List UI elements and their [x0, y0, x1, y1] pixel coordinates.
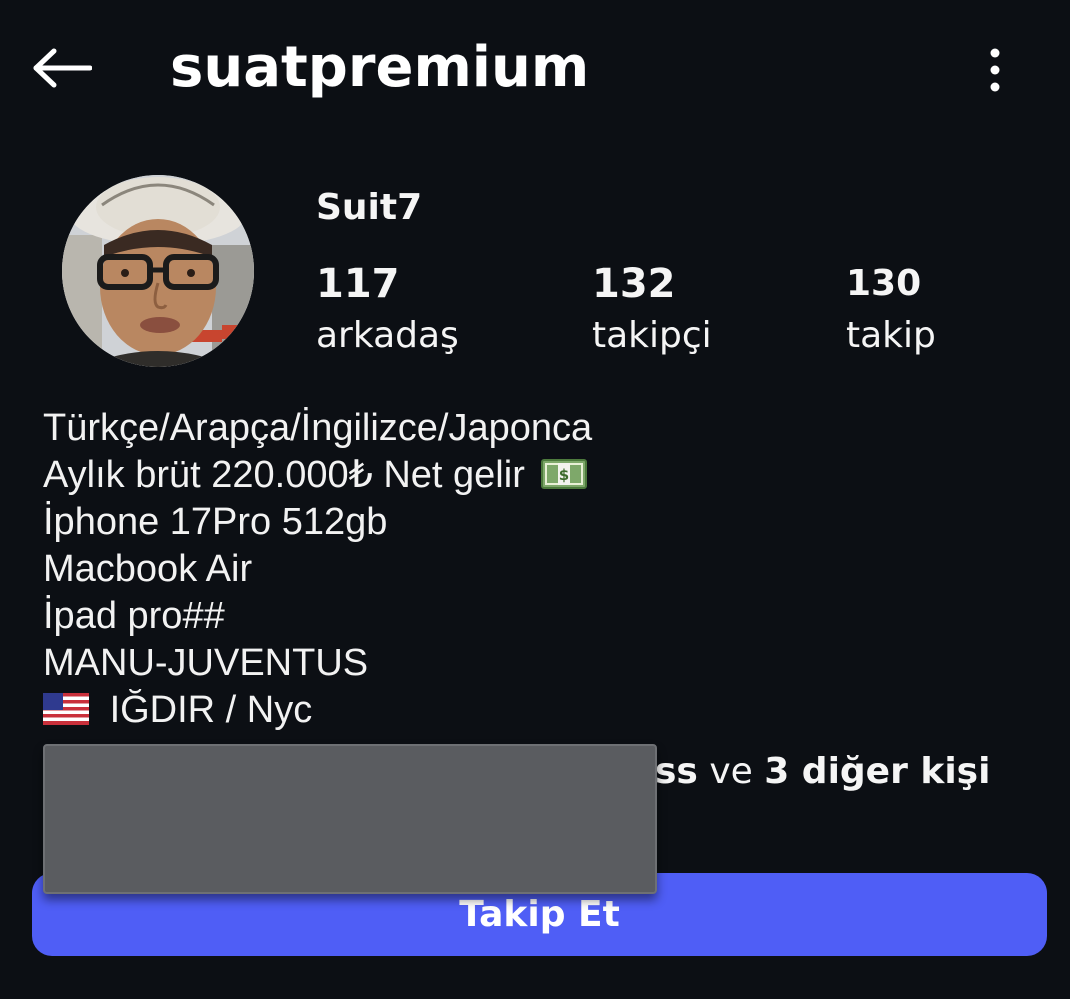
followers-label: takipçi — [592, 315, 712, 356]
bio-line: Aylık brüt 220.000₺ Net gelir $ — [43, 452, 1033, 499]
bio-text: Türkçe/Arapça/İngilizce/Japonca — [43, 407, 593, 449]
bio-line: İphone 17Pro 512gb — [43, 499, 1033, 546]
bio-text: Aylık brüt 220.000₺ Net gelir — [43, 454, 525, 496]
bio-text: IĞDIR / Nyc — [109, 689, 313, 731]
us-flag-icon — [43, 692, 89, 725]
bio-line: İpad pro## — [43, 593, 1033, 640]
following-stat[interactable]: 130 takip — [846, 260, 936, 360]
mutual-name-fragment: ss — [655, 751, 698, 792]
top-bar: suatpremium — [0, 0, 1070, 140]
more-options-button[interactable] — [970, 40, 1020, 100]
bio-text: İphone 17Pro 512gb — [43, 501, 388, 543]
bio-text: İpad pro## — [43, 595, 225, 637]
friends-stat[interactable]: 117 arkadaş — [316, 260, 459, 360]
bio-line: MANU-JUVENTUS — [43, 640, 1033, 687]
followers-count: 132 — [592, 261, 676, 307]
svg-text:$: $ — [559, 466, 569, 484]
mutual-connector: ve — [709, 751, 753, 792]
back-button[interactable] — [30, 40, 94, 96]
bio-line: Macbook Air — [43, 546, 1033, 593]
following-label: takip — [846, 315, 936, 356]
display-name: Suit7 — [316, 187, 423, 228]
more-vertical-icon — [990, 48, 1000, 92]
following-count: 130 — [846, 263, 922, 304]
friends-count: 117 — [316, 261, 400, 307]
followers-stat[interactable]: 132 takipçi — [592, 260, 712, 360]
avatar[interactable] — [62, 175, 254, 367]
profile-username: suatpremium — [170, 35, 590, 100]
profile-photo — [62, 175, 254, 367]
bio-text: MANU-JUVENTUS — [43, 642, 369, 684]
arrow-left-icon — [33, 48, 92, 88]
bio-line: Türkçe/Arapça/İngilizce/Japonca — [43, 405, 1033, 452]
profile-bio: Türkçe/Arapça/İngilizce/Japonca Aylık br… — [43, 405, 1033, 734]
follow-button-label: Takip Et — [459, 894, 620, 935]
mutual-others: 3 diğer kişi — [764, 751, 991, 792]
friends-label: arkadaş — [316, 315, 459, 356]
mutual-followers[interactable]: ss ve 3 diğer kişi — [655, 750, 990, 794]
bio-line: IĞDIR / Nyc — [43, 687, 1033, 734]
redaction-overlay — [43, 744, 657, 894]
dollar-banknote-icon: $ — [541, 458, 588, 489]
bio-text: Macbook Air — [43, 548, 253, 590]
